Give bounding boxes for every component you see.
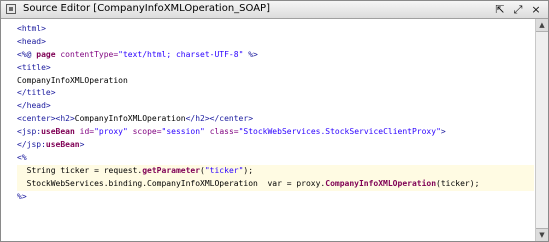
code-area[interactable]: <html> <head> <%@ page contentType="text/h… (17, 23, 534, 203)
code-token: page (36, 49, 56, 59)
code-token: <% (17, 152, 27, 162)
code-line[interactable]: CompanyInfoXMLOperation (17, 75, 534, 88)
code-line[interactable]: <jsp:useBean id="proxy" scope="session" … (17, 126, 534, 139)
code-line[interactable]: <%@ page contentType="text/html; charset… (17, 49, 534, 62)
code-token: <jsp: (17, 127, 42, 137)
editor-gutter (1, 19, 15, 241)
close-icon[interactable]: × (530, 3, 542, 16)
code-token: id= (74, 127, 95, 137)
maximize-icon[interactable]: ⤢ (512, 3, 524, 16)
code-token: <head> (17, 36, 46, 46)
code-token: <center><h2> (17, 114, 75, 124)
code-line[interactable]: <html> (17, 23, 534, 36)
code-token: "text/html; charset-UTF-8" (118, 49, 244, 59)
code-token: (ticker); (436, 178, 480, 188)
code-line[interactable]: </title> (17, 87, 534, 100)
code-line[interactable]: <% (17, 152, 534, 165)
code-token: getParameter (142, 165, 201, 175)
code-line[interactable]: <center><h2>CompanyInfoXMLOperation</h2>… (17, 113, 534, 126)
code-line[interactable]: <title> (17, 62, 534, 75)
code-token: contentType= (55, 49, 119, 59)
scroll-up-icon[interactable]: ▲ (536, 19, 548, 32)
code-token: useBean (41, 127, 75, 137)
vertical-scrollbar[interactable]: ▲ ▼ (535, 19, 548, 241)
code-token: CompanyInfoXMLOperation (17, 75, 128, 85)
code-token: <%@ (17, 49, 37, 59)
code-token: "proxy" (94, 127, 128, 137)
scroll-down-icon[interactable]: ▼ (536, 228, 548, 241)
code-line[interactable]: </head> (17, 100, 534, 113)
code-token: CompanyInfoXMLOperation (74, 114, 186, 124)
code-token: </title> (17, 88, 56, 98)
code-token: %> (243, 49, 258, 59)
code-token: String ticker = request. (17, 165, 143, 175)
code-line[interactable]: %> (17, 191, 534, 204)
code-token: </head> (17, 101, 51, 111)
code-token: %> (17, 191, 27, 201)
code-token: CompanyInfoXMLOperation (325, 178, 437, 188)
code-token: "StockWebServices.StockServiceClientProx… (238, 127, 441, 137)
code-token: </jsp: (17, 140, 46, 150)
code-line[interactable]: </jsp:useBean> (17, 139, 534, 152)
title-bar[interactable]: Source Editor [CompanyInfoXMLOperation_S… (1, 1, 548, 19)
code-token: <title> (17, 62, 51, 72)
code-token: scope= (127, 127, 162, 137)
code-token: "session" (161, 127, 205, 137)
code-token: </h2></center> (185, 114, 254, 124)
code-line[interactable]: <head> (17, 36, 534, 49)
code-token: class= (204, 127, 239, 137)
source-editor-window: Source Editor [CompanyInfoXMLOperation_S… (0, 0, 549, 242)
code-token: > (79, 140, 85, 150)
code-token: useBean (45, 140, 80, 150)
code-token: > (440, 127, 446, 137)
code-line[interactable]: StockWebServices.binding.CompanyInfoXMLO… (17, 177, 534, 191)
code-token: StockWebServices.binding.CompanyInfoXMLO… (17, 178, 326, 188)
window-title: Source Editor [CompanyInfoXMLOperation_S… (23, 3, 270, 14)
title-buttons: ⇱ ⤢ × (494, 3, 542, 16)
code-line[interactable]: String ticker = request.getParameter("ti… (17, 164, 534, 178)
code-editor[interactable]: <html> <head> <%@ page contentType="text/h… (1, 19, 548, 241)
code-token: ); (243, 165, 254, 175)
code-token: "ticker" (204, 165, 244, 175)
restore-icon[interactable]: ⇱ (494, 3, 506, 16)
code-token: <html> (17, 24, 46, 33)
editor-icon (6, 4, 16, 14)
